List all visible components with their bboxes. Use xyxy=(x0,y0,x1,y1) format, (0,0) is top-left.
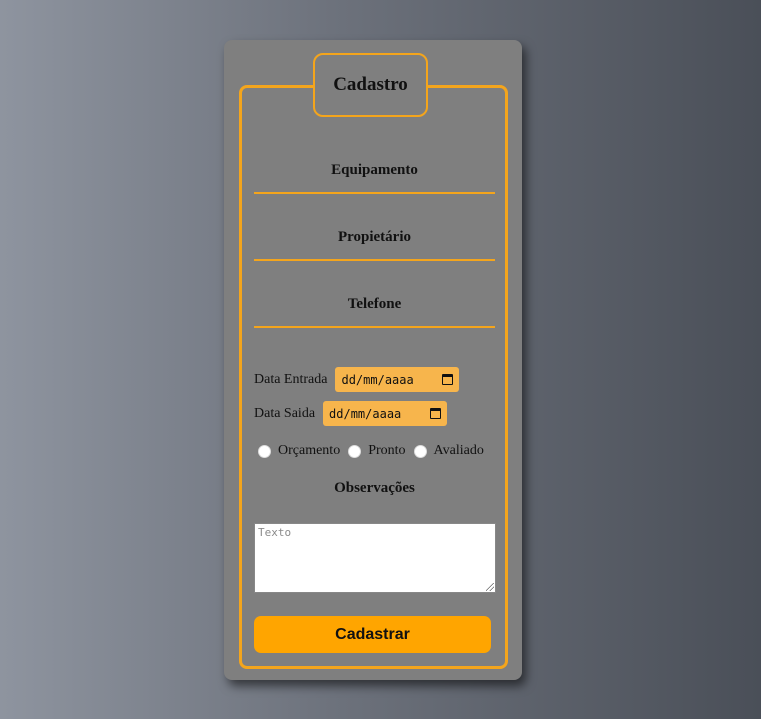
radio-pronto-label: Pronto xyxy=(368,443,406,458)
date-entry-row: Data Entrada dd/mm/aaaa xyxy=(254,367,460,392)
date-exit-row: Data Saida dd/mm/aaaa xyxy=(254,401,448,426)
equipment-label: Equipamento xyxy=(331,162,418,178)
radio-avaliado[interactable] xyxy=(413,444,427,458)
form-title: Cadastro xyxy=(313,53,428,117)
submit-button[interactable]: Cadastrar xyxy=(254,616,491,653)
radio-orcamento-label: Orçamento xyxy=(278,443,341,458)
registration-card: Cadastro Equipamento Propietário Telefon… xyxy=(224,40,522,680)
status-radio-group: Orçamento Pronto Avaliado xyxy=(258,443,492,459)
phone-label: Telefone xyxy=(347,296,402,312)
radio-orcamento[interactable] xyxy=(258,444,271,458)
resize-handle-icon[interactable] xyxy=(486,583,494,591)
radio-avaliado-label: Avaliado xyxy=(433,443,484,458)
calendar-icon[interactable] xyxy=(442,374,454,385)
notes-placeholder: Texto xyxy=(258,526,292,539)
date-exit-input[interactable]: dd/mm/aaaa xyxy=(323,401,448,426)
owner-field[interactable]: Propietário xyxy=(254,219,495,261)
date-entry-placeholder: dd/mm/aaaa xyxy=(341,372,414,387)
phone-field[interactable]: Telefone xyxy=(254,286,495,328)
notes-title: Observações xyxy=(334,480,415,496)
date-exit-label: Data Saida xyxy=(254,405,316,421)
calendar-icon[interactable] xyxy=(430,408,442,419)
owner-label: Propietário xyxy=(337,229,412,245)
equipment-field[interactable]: Equipamento xyxy=(254,152,495,194)
radio-pronto[interactable] xyxy=(348,444,362,458)
date-entry-input[interactable]: dd/mm/aaaa xyxy=(335,367,460,392)
date-entry-label: Data Entrada xyxy=(254,371,328,387)
notes-textarea[interactable]: Texto xyxy=(254,523,496,593)
date-exit-placeholder: dd/mm/aaaa xyxy=(329,406,402,421)
